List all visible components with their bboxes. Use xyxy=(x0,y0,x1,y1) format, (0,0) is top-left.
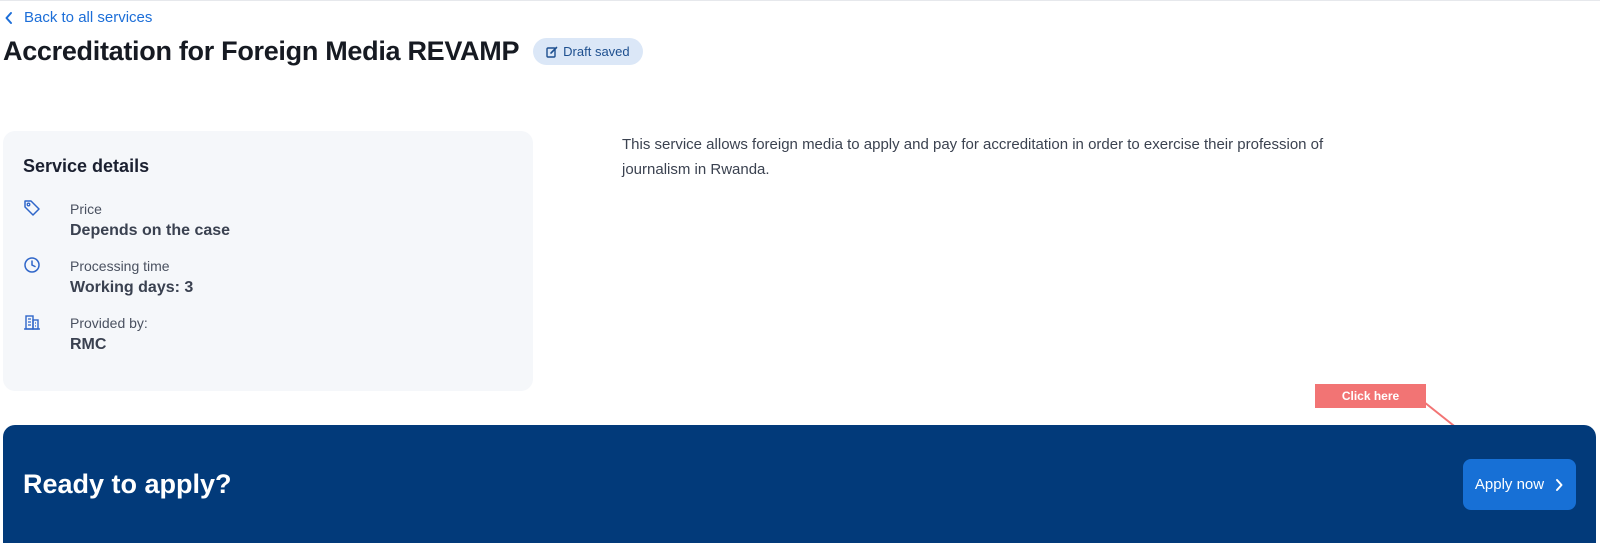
back-link-label[interactable]: Back to all services xyxy=(24,9,152,26)
service-description: This service allows foreign media to app… xyxy=(622,136,1324,178)
ready-to-apply-heading: Ready to apply? xyxy=(23,469,232,499)
back-to-services-link[interactable]: Back to all services xyxy=(4,9,152,26)
service-details-card: Service details Price Depends on the cas… xyxy=(3,131,533,391)
chevron-right-icon xyxy=(1554,478,1564,492)
apply-now-button[interactable]: Apply now xyxy=(1463,459,1576,510)
detail-value: Working days: 3 xyxy=(70,279,194,296)
draft-badge-label: Draft saved xyxy=(563,44,630,59)
ready-to-apply-banner: Ready to apply? Apply now xyxy=(3,425,1596,543)
detail-label: Price xyxy=(70,201,102,217)
page-title: Accreditation for Foreign Media REVAMP xyxy=(3,36,520,66)
detail-label: Processing time xyxy=(70,258,170,274)
detail-label: Provided by: xyxy=(70,315,148,331)
top-divider xyxy=(0,0,1600,1)
price-tag-icon xyxy=(23,199,41,217)
detail-value: Depends on the case xyxy=(70,222,231,239)
apply-now-label[interactable]: Apply now xyxy=(1475,476,1544,493)
clock-icon xyxy=(23,256,41,274)
draft-status-badge: Draft saved xyxy=(533,38,643,65)
click-here-annotation: Click here xyxy=(1315,384,1426,408)
chevron-left-icon xyxy=(4,10,16,26)
detail-value: RMC xyxy=(70,336,107,353)
building-icon xyxy=(23,313,41,331)
page-header: Accreditation for Foreign Media REVAMP D… xyxy=(3,36,643,67)
edit-icon xyxy=(546,46,558,58)
service-details-title: Service details xyxy=(23,156,150,176)
